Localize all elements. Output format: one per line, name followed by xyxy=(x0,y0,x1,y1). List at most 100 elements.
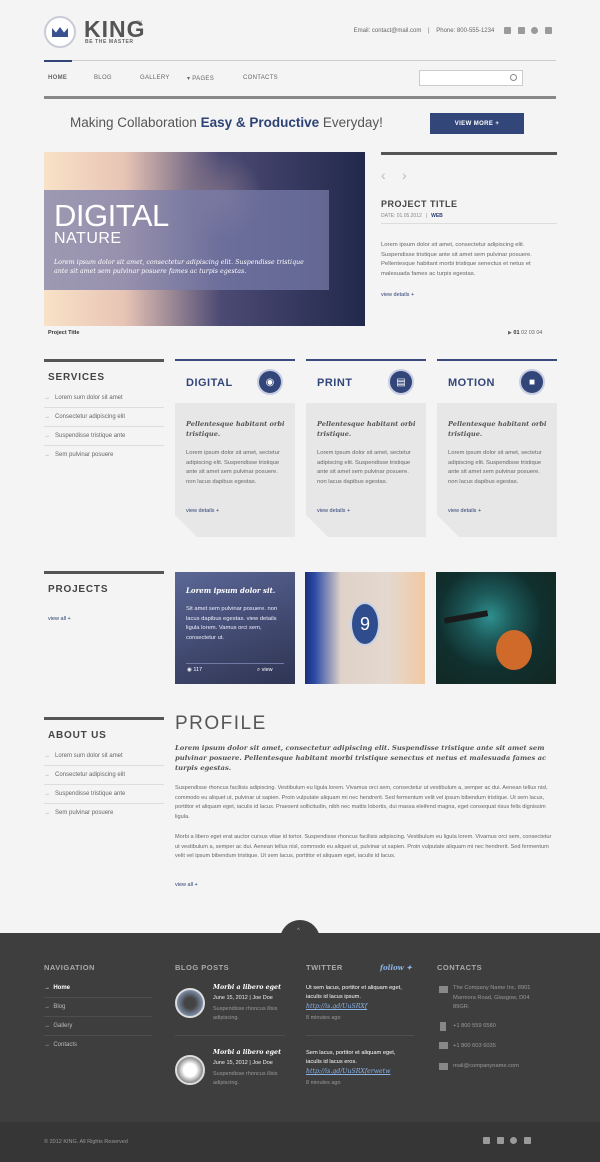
twitter-follow-link[interactable]: follow ✦ xyxy=(380,963,412,972)
projects-bar xyxy=(44,571,164,574)
profile-view-all[interactable]: view all + xyxy=(175,882,198,888)
profile-paragraph-2: Morbi a libero eget erat auctor cursus v… xyxy=(175,834,552,859)
footer-nav-label: Contacts xyxy=(53,1042,78,1048)
card-lead: Pellentesque habitant orbi tristique. xyxy=(448,420,547,438)
nav-pages[interactable]: ▾ PAGES xyxy=(187,75,214,82)
footer-blog-title: BLOG POSTS xyxy=(175,963,230,972)
project-tile-1[interactable]: Lorem ipsum dolor sit. Sit amet sem pulv… xyxy=(175,572,295,684)
footer-nav-item-contacts[interactable]: → Contacts xyxy=(44,1036,152,1055)
nav-blog[interactable]: BLOG xyxy=(94,75,112,81)
blog-post-title[interactable]: Morbi a libero eget xyxy=(213,1049,281,1056)
blog-post-thumb[interactable] xyxy=(175,1055,205,1085)
service-card-digital[interactable]: DIGITAL ◉ Pellentesque habitant orbi tris… xyxy=(175,359,295,537)
logo-emblem[interactable] xyxy=(44,16,76,48)
projects-view-all[interactable]: view all + xyxy=(48,616,71,622)
tweet-link[interactable]: http://is.gd/UuSRXferwetw xyxy=(306,1068,390,1075)
video-camera-icon: ■ xyxy=(519,369,545,395)
scroll-top-tab[interactable]: ^ xyxy=(280,920,320,940)
crown-icon xyxy=(52,27,68,37)
about-item[interactable]: Lorem sum dolor sit amet xyxy=(44,747,164,766)
about-bar xyxy=(44,717,164,720)
chevron-left-icon[interactable]: ‹ xyxy=(381,167,386,183)
facebook-icon[interactable] xyxy=(483,1137,490,1144)
tweet-link[interactable]: http://is.gd/UuSRXf xyxy=(306,1003,367,1010)
hero-slider[interactable]: DIGITAL NATURE Lorem ipsum dolor sit ame… xyxy=(44,152,365,326)
youtube-icon[interactable] xyxy=(545,27,552,34)
search-icon: ⌕ xyxy=(257,667,261,673)
project-divider xyxy=(381,223,557,224)
play-icon[interactable]: ▶ xyxy=(508,330,512,336)
contact-address: The Company Name Inc. 8901 Marmora Road,… xyxy=(453,985,531,1010)
page-2[interactable]: 02 xyxy=(521,330,527,336)
chevron-right-icon[interactable]: › xyxy=(402,167,407,183)
twitter-icon[interactable] xyxy=(496,1137,504,1144)
header-phone: Phone: 800-555-1234 xyxy=(436,28,495,35)
nav-home[interactable]: HOME xyxy=(48,75,67,81)
search-input[interactable] xyxy=(419,70,523,86)
project-tile-2[interactable]: 9 xyxy=(305,572,425,684)
blog-post-meta: June 15, 2012 | Joe Doe xyxy=(213,995,273,1001)
project-title: PROJECT TITLE xyxy=(381,199,458,209)
tile-view-link[interactable]: ⌕ view xyxy=(257,667,273,674)
services-title: SERVICES xyxy=(48,372,105,383)
nav-gallery[interactable]: GALLERY xyxy=(140,75,170,81)
eye-icon: ◉ xyxy=(187,667,192,673)
services-item-active[interactable]: Consectetur adipiscing elit xyxy=(44,408,164,427)
card-body: Lorem ipsum dolor sit amet, sectetur adi… xyxy=(186,450,280,485)
footer-nav-item-blog[interactable]: → Blog xyxy=(44,998,152,1017)
card-title: MOTION xyxy=(448,377,495,389)
footer-nav-label: Home xyxy=(53,985,71,991)
services-item[interactable]: Lorem sum dolor sit amet xyxy=(44,389,164,408)
blog-post-thumb[interactable] xyxy=(175,988,205,1018)
copyright: © 2012 KING. All Rights Reserved xyxy=(44,1139,128,1145)
about-item[interactable]: Sem pulvinar posuere xyxy=(44,804,164,823)
about-list: Lorem sum dolor sit amet Consectetur adi… xyxy=(44,747,164,823)
footer-nav-item-gallery[interactable]: → Gallery xyxy=(44,1017,152,1036)
slide-caption: Project Title xyxy=(48,330,80,336)
tweet-text: Ut sem lacus, portitor et aliquam eget, … xyxy=(306,985,402,1000)
twitter-icon[interactable] xyxy=(517,27,525,34)
project-tag[interactable]: WEB xyxy=(431,213,443,219)
card-link[interactable]: view details + xyxy=(448,508,481,514)
page-4[interactable]: 04 xyxy=(536,330,542,336)
card-body: Lorem ipsum dolor sit amet, sectetur adi… xyxy=(448,450,542,485)
youtube-icon[interactable] xyxy=(524,1137,532,1144)
facebook-icon[interactable] xyxy=(503,27,511,34)
card-link[interactable]: view details + xyxy=(186,508,219,514)
about-item-active[interactable]: Consectetur adipiscing elit xyxy=(44,766,164,785)
nav-contacts[interactable]: CONTACTS xyxy=(243,75,278,81)
blog-post-title[interactable]: Morbi a libero eget xyxy=(213,984,281,991)
tile-body: Sit amet sem pulvinar posuere. non lacus… xyxy=(186,606,278,641)
chevron-up-icon: ^ xyxy=(297,928,300,934)
services-item[interactable]: Suspendisse tristique ante xyxy=(44,427,164,446)
skype-icon[interactable] xyxy=(531,27,539,34)
page-1[interactable]: 01 xyxy=(513,330,519,336)
blog-post-excerpt: Suspendisse rhoncus illsis adipiscing. xyxy=(213,1006,278,1021)
service-card-motion[interactable]: MOTION ■ Pellentesque habitant orbi trist… xyxy=(437,359,557,537)
house-number-sign: 9 xyxy=(350,602,380,646)
contact-email[interactable]: mail@companyname.com xyxy=(453,1063,519,1069)
page-3[interactable]: 03 xyxy=(529,330,535,336)
search-icon[interactable] xyxy=(510,74,517,81)
service-card-print[interactable]: PRINT ▤ Pellentesque habitant orbi tristi… xyxy=(306,359,426,537)
slide-title-2: NATURE xyxy=(54,230,122,247)
contact-phone-2: +1 800 603 6035 xyxy=(453,1043,496,1049)
about-title: ABOUT US xyxy=(48,730,107,741)
footer-nav-item-home[interactable]: → Home xyxy=(44,979,152,998)
mobile-phone-icon xyxy=(440,1022,446,1031)
tile-title: Lorem ipsum dolor sit. xyxy=(186,586,276,595)
footer-social xyxy=(478,1137,532,1144)
card-body: Lorem ipsum dolor sit amet, sectetur adi… xyxy=(317,450,411,485)
services-item[interactable]: Sem pulvinar posuere xyxy=(44,446,164,465)
skype-icon[interactable] xyxy=(510,1137,518,1144)
about-item[interactable]: Suspendisse tristique ante xyxy=(44,785,164,804)
blog-post-excerpt: Suspendisse rhoncus illsis adipiscing. xyxy=(213,1071,278,1086)
footer-nav-label: Blog xyxy=(53,1004,66,1010)
card-link[interactable]: view details + xyxy=(317,508,350,514)
view-more-button[interactable]: VIEW MORE + xyxy=(430,113,524,134)
tagline-part-c: Everyday! xyxy=(319,115,383,130)
project-tile-3[interactable] xyxy=(436,572,556,684)
header-email[interactable]: Email: contact@mail.com xyxy=(354,28,422,34)
project-details-link[interactable]: view details + xyxy=(381,292,414,298)
slider-pagination: ▶ 01 02 03 04 xyxy=(508,330,542,336)
